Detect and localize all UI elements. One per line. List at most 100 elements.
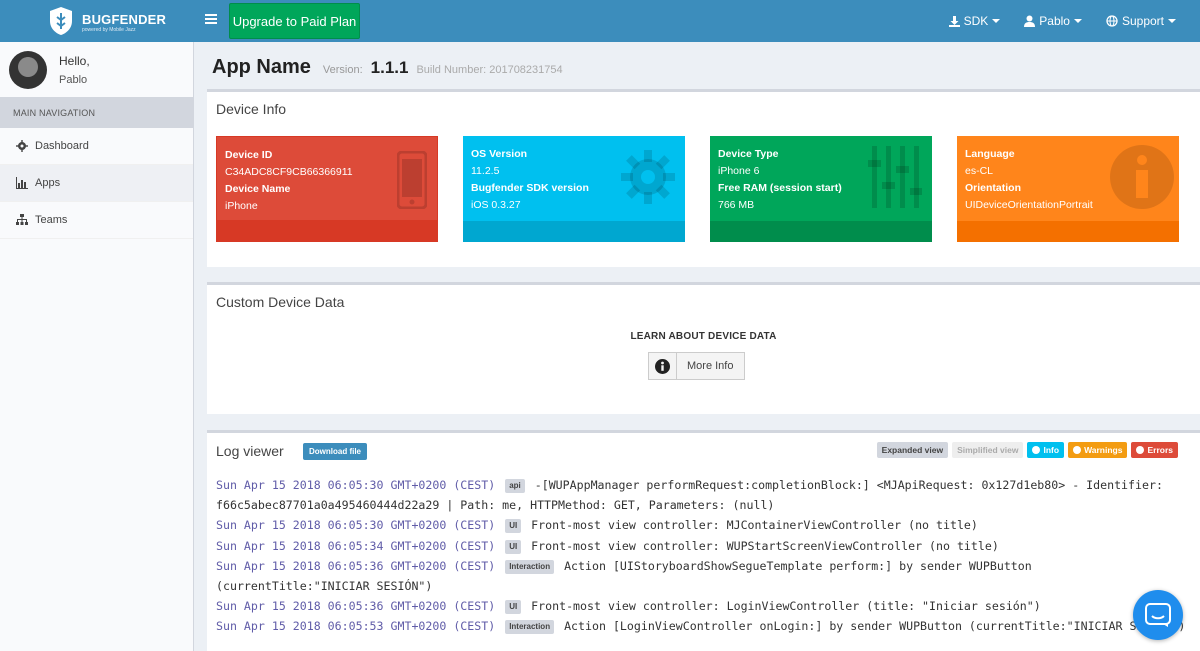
info-filter-button[interactable]: Info xyxy=(1027,442,1065,458)
box-title: Device Info xyxy=(216,101,287,117)
log-entry: Sun Apr 15 2018 06:05:36 GMT+0200 (CEST)… xyxy=(216,556,1186,596)
log-tag: UI xyxy=(505,600,522,615)
info-circle-icon xyxy=(1032,446,1041,454)
main-content: App Name Version: 1.1.1 Build Number: 20… xyxy=(195,42,1200,651)
avatar xyxy=(9,50,47,89)
user-panel: Hello, Pablo xyxy=(0,42,193,97)
card-value: 766 MB xyxy=(718,199,755,211)
box-title: Custom Device Data xyxy=(216,294,345,310)
user-label: Pablo xyxy=(1039,14,1070,28)
download-icon xyxy=(948,15,960,27)
brand-name: BUGFENDER xyxy=(82,12,167,27)
log-entry: Sun Apr 15 2018 06:05:36 GMT+0200 (CEST)… xyxy=(216,596,1186,616)
filter-label: Warnings xyxy=(1084,445,1123,455)
box-title: Log viewer xyxy=(216,443,284,459)
log-entry: Sun Apr 15 2018 06:05:53 GMT+0200 (CEST)… xyxy=(216,616,1186,636)
card-value: C34ADC8CF9CB66366911 xyxy=(225,166,353,178)
dashboard-icon xyxy=(16,140,28,152)
greeting: Hello, xyxy=(59,53,90,68)
brand-tagline: powered by Mobile Jazz xyxy=(82,27,136,33)
log-filters: Expanded view Simplified view Info Warni… xyxy=(876,442,1178,458)
expanded-view-button[interactable]: Expanded view xyxy=(876,442,949,458)
chat-icon xyxy=(1145,603,1171,627)
info-circle-icon xyxy=(655,358,670,374)
card-value: iPhone 6 xyxy=(718,165,760,177)
log-tag: UI xyxy=(505,539,522,554)
card-value: iOS 0.3.27 xyxy=(471,199,521,211)
warnings-filter-button[interactable]: Warnings xyxy=(1068,442,1128,458)
log-viewer-box: Log viewer Download file Expanded view S… xyxy=(207,430,1200,651)
card-key: Free RAM (session start) xyxy=(718,182,842,194)
support-label: Support xyxy=(1121,14,1164,28)
log-message: Action [LoginViewController onLogin:] by… xyxy=(564,619,1186,634)
app-header: App Name Version: 1.1.1 Build Number: 20… xyxy=(212,56,563,79)
sidebar-item-apps[interactable]: Apps xyxy=(0,165,193,202)
log-timestamp: Sun Apr 15 2018 06:05:36 GMT+0200 (CEST) xyxy=(216,558,496,573)
log-timestamp: Sun Apr 15 2018 06:05:53 GMT+0200 (CEST) xyxy=(216,619,496,634)
log-list: Sun Apr 15 2018 06:05:30 GMT+0200 (CEST)… xyxy=(216,475,1186,637)
sidebar-username: Pablo xyxy=(59,73,88,86)
nav-header: MAIN NAVIGATION xyxy=(0,97,193,128)
caret-down-icon xyxy=(1168,19,1176,23)
device-type-card: Device Type iPhone 6 Free RAM (session s… xyxy=(710,136,932,242)
sliders-icon xyxy=(868,146,922,208)
bar-chart-icon xyxy=(16,177,28,189)
more-info-label: More Info xyxy=(687,360,734,372)
sidebar-item-dashboard[interactable]: Dashboard xyxy=(0,128,193,165)
log-entry: Sun Apr 15 2018 06:05:30 GMT+0200 (CEST)… xyxy=(216,515,1186,535)
os-version-card: OS Version 11.2.5 Bugfender SDK version … xyxy=(463,136,685,242)
log-entry: Sun Apr 15 2018 06:05:34 GMT+0200 (CEST)… xyxy=(216,536,1186,556)
device-id-card: Device ID C34ADC8CF9CB66366911 Device Na… xyxy=(216,136,438,242)
sdk-label: SDK xyxy=(963,14,989,28)
upgrade-button[interactable]: Upgrade to Paid Plan xyxy=(229,3,360,39)
log-entry: Sun Apr 15 2018 06:05:30 GMT+0200 (CEST)… xyxy=(216,475,1186,515)
sidebar-item-label: Dashboard xyxy=(35,140,89,152)
user-menu[interactable]: Pablo xyxy=(1024,14,1082,28)
log-tag: api xyxy=(505,479,525,493)
card-key: Device Type xyxy=(718,148,779,160)
sitemap-icon xyxy=(16,214,28,225)
log-tag: UI xyxy=(505,519,522,534)
version-value: 1.1.1 xyxy=(370,58,409,77)
card-value: es-CL xyxy=(965,165,994,177)
user-icon xyxy=(1024,15,1036,27)
version-label: Version: xyxy=(322,64,363,76)
download-file-button[interactable]: Download file xyxy=(303,443,367,460)
log-timestamp: Sun Apr 15 2018 06:05:36 GMT+0200 (CEST) xyxy=(216,599,496,614)
mobile-icon xyxy=(397,151,427,209)
globe-icon xyxy=(1106,15,1118,27)
sidebar-item-teams[interactable]: Teams xyxy=(0,202,193,239)
log-timestamp: Sun Apr 15 2018 06:05:30 GMT+0200 (CEST) xyxy=(216,518,496,533)
card-key: Bugfender SDK version xyxy=(471,182,589,194)
card-key: Device ID xyxy=(225,149,273,161)
card-key: Orientation xyxy=(965,182,1022,194)
error-circle-icon xyxy=(1136,446,1145,454)
build-number: Build Number: 201708231754 xyxy=(416,64,563,76)
filter-label: Info xyxy=(1043,445,1060,455)
sidebar-item-label: Teams xyxy=(35,214,68,226)
log-timestamp: Sun Apr 15 2018 06:05:30 GMT+0200 (CEST) xyxy=(216,478,496,492)
card-key: OS Version xyxy=(471,148,528,160)
chat-launcher-button[interactable] xyxy=(1133,590,1183,640)
menu-toggle-icon[interactable] xyxy=(205,13,217,25)
info-icon xyxy=(1110,145,1174,209)
warning-circle-icon xyxy=(1073,446,1082,454)
card-key: Language xyxy=(965,148,1015,160)
sdk-menu[interactable]: SDK xyxy=(948,14,1001,28)
page-title: App Name xyxy=(212,56,311,78)
sidebar: Hello, Pablo MAIN NAVIGATION Dashboard A… xyxy=(0,42,194,651)
language-card: Language es-CL Orientation UIDeviceOrien… xyxy=(957,136,1179,242)
card-value: iPhone xyxy=(225,200,258,212)
more-info-button[interactable]: More Info xyxy=(648,352,745,380)
log-tag: Interaction xyxy=(505,620,555,635)
brand-logo[interactable]: BUGFENDER powered by Mobile Jazz xyxy=(0,0,194,42)
log-tag: Interaction xyxy=(505,559,555,574)
gear-icon xyxy=(621,150,675,204)
support-menu[interactable]: Support xyxy=(1106,14,1176,28)
log-message: Front-most view controller: LoginViewCon… xyxy=(531,599,1041,614)
top-navbar: BUGFENDER powered by Mobile Jazz Upgrade… xyxy=(0,0,1200,42)
caret-down-icon xyxy=(992,19,1001,23)
sidebar-item-label: Apps xyxy=(35,177,61,189)
errors-filter-button[interactable]: Errors xyxy=(1131,442,1178,458)
simplified-view-button[interactable]: Simplified view xyxy=(952,442,1024,458)
